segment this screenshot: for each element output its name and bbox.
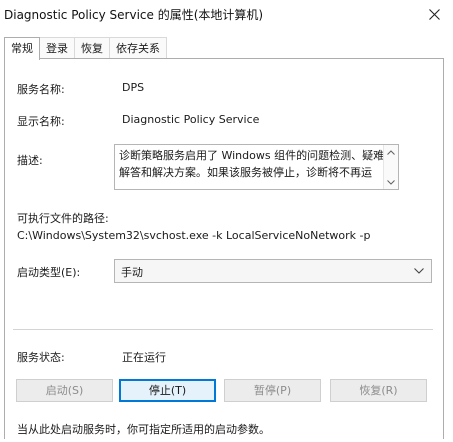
tab-recovery[interactable]: 恢复 xyxy=(74,37,110,59)
stop-button[interactable]: 停止(T) xyxy=(119,379,216,402)
start-parameters-hint: 当从此处启动服务时，你可指定所适用的启动参数。 xyxy=(17,423,270,436)
startup-type-label: 启动类型(E): xyxy=(17,266,81,279)
description-scrollbar[interactable] xyxy=(383,145,398,189)
service-name-label: 服务名称: xyxy=(17,83,65,96)
service-name-value: DPS xyxy=(122,81,145,94)
tab-strip: 常规 登录 恢复 依存关系 xyxy=(4,37,167,60)
tab-dependencies[interactable]: 依存关系 xyxy=(109,37,167,59)
display-name-label: 显示名称: xyxy=(17,115,65,128)
properties-dialog: Diagnostic Policy Service 的属性(本地计算机) 常规 … xyxy=(0,0,453,442)
title-bar[interactable]: Diagnostic Policy Service 的属性(本地计算机) xyxy=(0,0,453,30)
executable-path-label: 可执行文件的路径: xyxy=(17,212,109,225)
section-divider xyxy=(13,329,433,330)
tab-logon[interactable]: 登录 xyxy=(39,37,75,59)
resume-button[interactable]: 恢复(R) xyxy=(330,379,427,402)
executable-path-value: C:\Windows\System32\svchost.exe -k Local… xyxy=(17,229,371,242)
description-label: 描述: xyxy=(17,154,43,167)
chevron-down-icon xyxy=(414,268,424,274)
chevron-down-icon xyxy=(387,179,395,185)
pause-button[interactable]: 暂停(P) xyxy=(224,379,321,402)
description-text: 诊断策略服务启用了 Windows 组件的问题检测、疑难解答和解决方案。如果该服… xyxy=(119,149,385,179)
startup-type-value: 手动 xyxy=(121,266,143,279)
display-name-value: Diagnostic Policy Service xyxy=(122,113,260,126)
service-status-value: 正在运行 xyxy=(122,351,166,364)
close-button[interactable] xyxy=(419,2,449,26)
scroll-up-button[interactable] xyxy=(386,147,396,157)
startup-type-select[interactable]: 手动 xyxy=(114,259,432,283)
description-box[interactable]: 诊断策略服务启用了 Windows 组件的问题检测、疑难解答和解决方案。如果该服… xyxy=(114,144,399,190)
close-icon xyxy=(428,8,440,20)
scroll-down-button[interactable] xyxy=(386,177,396,187)
window-title: Diagnostic Policy Service 的属性(本地计算机) xyxy=(4,8,264,22)
general-tab-panel: 服务名称: DPS 显示名称: Diagnostic Policy Servic… xyxy=(4,58,444,439)
start-button[interactable]: 启动(S) xyxy=(16,379,113,402)
chevron-up-icon xyxy=(387,149,395,155)
tab-general[interactable]: 常规 xyxy=(4,37,40,60)
service-status-label: 服务状态: xyxy=(17,351,65,364)
